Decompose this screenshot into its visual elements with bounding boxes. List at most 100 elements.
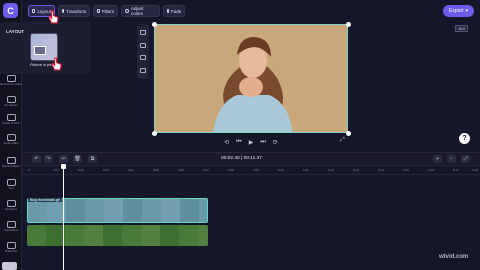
back-5-icon[interactable]: ⟲ (224, 139, 229, 146)
ruler-tick: 0:01 (53, 168, 59, 172)
clip-frame (28, 199, 47, 222)
hand-cursor-icon (51, 57, 62, 71)
flip-icon[interactable] (140, 55, 146, 61)
ruler-tick: 0:16 (428, 168, 434, 172)
clip-label: Blog thumbnails.gif (28, 198, 62, 202)
clip-frame (160, 225, 179, 246)
panel-title: LAYOUT (6, 29, 25, 34)
brand-kit-icon (6, 242, 16, 249)
duplicate-button[interactable]: ⧉ (88, 155, 97, 163)
sidebar-item-music[interactable]: Music & SFX (0, 114, 22, 126)
clip-frame (141, 225, 160, 246)
aspect-ratio-button[interactable]: 16:9 (455, 25, 468, 32)
app-logo[interactable]: C (3, 3, 18, 18)
ruler-tick: 0:13 (353, 168, 359, 172)
playhead-handle[interactable] (61, 164, 66, 169)
clip-frame (104, 199, 123, 222)
export-button[interactable]: Export ▾ (443, 5, 474, 17)
crop-icon[interactable] (140, 29, 146, 35)
ruler-tick: 0:06 (178, 168, 184, 172)
preview-side-tools (137, 24, 149, 79)
sidebar-item-graphics[interactable]: Graphics (0, 200, 22, 212)
ruler-tick: 0:10 (278, 168, 284, 172)
clip-frame (198, 225, 208, 246)
ruler-tick: 0:03 (103, 168, 109, 172)
zoom-in-button[interactable]: + (433, 155, 442, 163)
sidebar-item-transitions[interactable]: Transitions (0, 221, 22, 233)
ruler-tick: 0:08 (228, 168, 234, 172)
clip-frame (122, 225, 141, 246)
sidebar-item-stock-video[interactable]: Stock video (0, 134, 22, 146)
ruler-tick: 0:07 (203, 168, 209, 172)
clip-frame (142, 199, 161, 222)
adjust-colors-icon (125, 9, 129, 13)
adjust-colors-button[interactable]: Adjust colors (121, 5, 160, 17)
fade-icon (167, 9, 169, 13)
ruler-tick: 0 (28, 168, 30, 172)
pip-preview (34, 46, 46, 55)
ruler-tick: 0:11 (303, 168, 309, 172)
record-icon (6, 75, 16, 82)
ruler-tick: 0:05 (153, 168, 159, 172)
transitions-icon (6, 221, 16, 228)
ruler-tick: 0:04 (128, 168, 134, 172)
filters-icon (97, 9, 100, 13)
text-icon (6, 179, 16, 186)
zoom-out-button[interactable]: − (447, 155, 456, 163)
filters-button[interactable]: Filters (93, 5, 118, 17)
sidebar-item-brand-kit[interactable]: Brand Kit (0, 242, 22, 254)
clip-frame (123, 199, 142, 222)
resize-handle[interactable] (152, 22, 157, 27)
delete-button[interactable]: 🗑 (73, 155, 82, 163)
music-icon (6, 114, 16, 121)
clip-frame (199, 199, 207, 222)
playhead[interactable] (63, 164, 64, 270)
fullscreen-icon[interactable]: ⤢ (340, 137, 345, 144)
watermark: wtvid.com (439, 254, 469, 260)
ruler-tick: 0:02 (78, 168, 84, 172)
undo-button[interactable]: ↶ (32, 155, 41, 163)
chevron-down-icon: ▾ (465, 8, 468, 14)
ruler-tick: 0:14 (378, 168, 384, 172)
clip-frame (103, 225, 122, 246)
help-button[interactable]: ? (459, 133, 470, 144)
preview-image (155, 25, 347, 132)
rewind-icon[interactable]: ⏮ (236, 139, 241, 146)
clip-frame (161, 199, 180, 222)
cut-button[interactable]: ✂ (59, 155, 68, 163)
clip-frame (85, 199, 104, 222)
sidebar-item-stock-images[interactable]: Stock images (0, 157, 22, 169)
templates-icon (6, 96, 16, 103)
clip-frame (66, 199, 85, 222)
clip-frame (65, 225, 84, 246)
sidebar-item-record[interactable]: Record & create (0, 75, 22, 87)
forward-icon[interactable]: ⏭ (260, 139, 265, 146)
sidebar-item-text[interactable]: Text (0, 179, 22, 191)
timeline-ruler[interactable]: 0 0:01 0:02 0:03 0:04 0:05 0:06 0:07 0:0… (22, 167, 480, 175)
graphics-icon (6, 200, 16, 207)
skip-5-icon[interactable]: ⟳ (273, 139, 278, 146)
clip-frame (179, 225, 198, 246)
timecode: 00:02.40 | 00:11.37 (221, 156, 262, 161)
ruler-tick: 0:09 (253, 168, 259, 172)
video-icon (6, 134, 16, 141)
fade-button[interactable]: Fade (163, 5, 185, 17)
video-preview[interactable] (154, 24, 348, 133)
clip-frame (27, 225, 46, 246)
fit-timeline-button[interactable]: ⤢ (461, 155, 470, 163)
ruler-tick: 0:18 (472, 168, 478, 172)
resize-handle[interactable] (346, 22, 351, 27)
play-icon[interactable]: ▶ (249, 139, 254, 146)
transform-icon (62, 9, 64, 13)
hand-cursor-icon (48, 10, 59, 24)
ruler-tick: 0:15 (403, 168, 409, 172)
ruler-tick: 0:12 (328, 168, 334, 172)
clip-frame (180, 199, 199, 222)
avatar[interactable] (2, 262, 17, 270)
fit-icon[interactable] (140, 42, 146, 48)
rotate-icon[interactable] (140, 68, 146, 74)
transform-button[interactable]: Transform (58, 5, 90, 17)
sidebar-item-templates[interactable]: Templates (0, 96, 22, 108)
timeline-clip-video[interactable] (27, 225, 208, 246)
redo-button[interactable]: ↷ (44, 155, 53, 163)
